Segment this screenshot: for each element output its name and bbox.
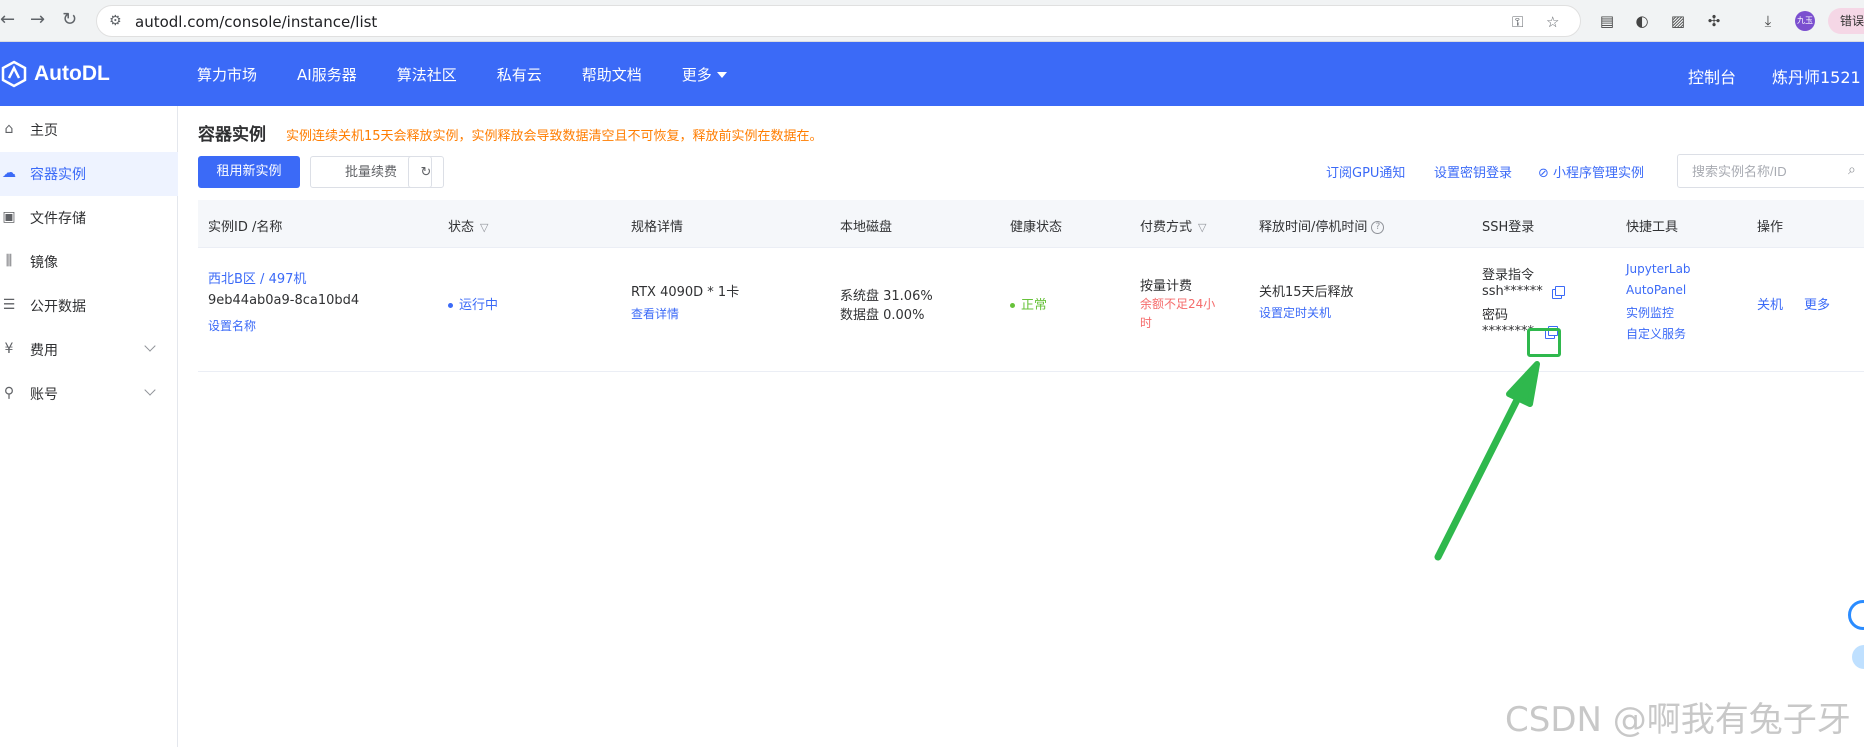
watermark: CSDN @啊我有兔子牙 (1505, 700, 1851, 740)
annotation-arrow (1434, 361, 1540, 561)
